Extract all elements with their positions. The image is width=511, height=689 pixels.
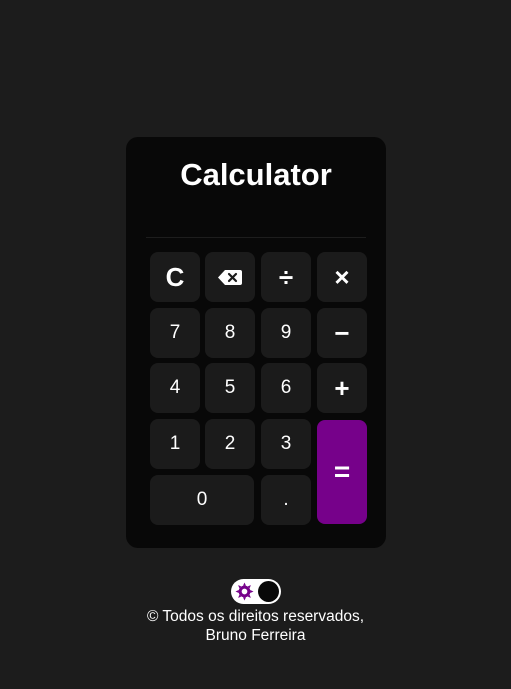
toggle-knob <box>258 581 279 602</box>
digit-4-button[interactable]: 4 <box>150 363 200 413</box>
divide-button[interactable]: ÷ <box>261 252 311 302</box>
digit-3-button[interactable]: 3 <box>261 419 311 469</box>
footer-copyright: © Todos os direitos reservados, <box>146 608 365 625</box>
backspace-icon <box>218 269 242 285</box>
sun-icon <box>235 582 254 601</box>
digit-7-button[interactable]: 7 <box>150 308 200 358</box>
footer-author: Bruno Ferreira <box>205 627 306 644</box>
add-button[interactable]: + <box>317 363 367 413</box>
equals-button[interactable]: = <box>317 420 367 524</box>
digit-8-button[interactable]: 8 <box>205 308 255 358</box>
digit-1-button[interactable]: 1 <box>150 419 200 469</box>
multiply-button[interactable]: × <box>317 252 367 302</box>
calculator-title: Calculator <box>180 157 332 192</box>
footer: © Todos os direitos reservados, Bruno Fe… <box>0 607 511 645</box>
digit-0-button[interactable]: 0 <box>150 475 254 525</box>
digit-9-button[interactable]: 9 <box>261 308 311 358</box>
digit-5-button[interactable]: 5 <box>205 363 255 413</box>
backspace-button[interactable] <box>205 252 255 302</box>
decimal-button[interactable]: . <box>261 475 311 525</box>
clear-button[interactable]: C <box>150 252 200 302</box>
theme-toggle[interactable] <box>231 579 281 604</box>
calculator-display <box>146 215 366 238</box>
calculator: Calculator C ÷ × 7 8 9 − 4 5 6 + 1 2 3 =… <box>126 137 386 548</box>
digit-6-button[interactable]: 6 <box>261 363 311 413</box>
subtract-button[interactable]: − <box>317 308 367 358</box>
digit-2-button[interactable]: 2 <box>205 419 255 469</box>
